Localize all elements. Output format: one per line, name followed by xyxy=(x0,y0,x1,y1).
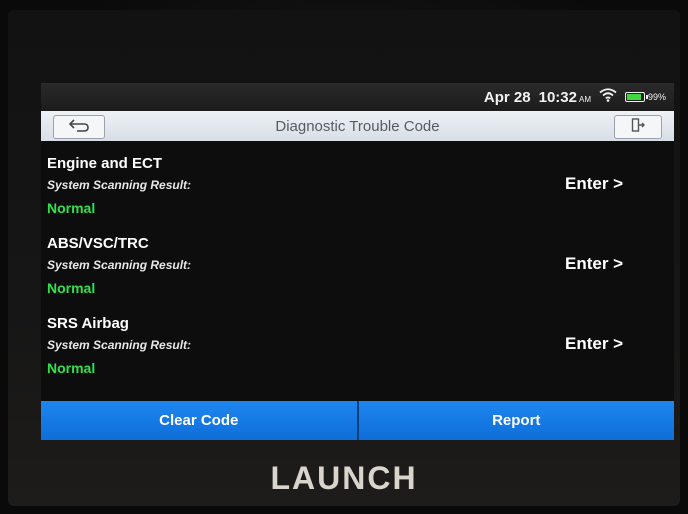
enter-button[interactable]: Enter > xyxy=(565,174,623,194)
status-ampm: AM xyxy=(578,94,591,104)
list-item: SRS Airbag System Scanning Result: Norma… xyxy=(41,301,674,379)
status-time-value: 10:32 xyxy=(538,88,577,106)
status-right: Apr 28 10:32 AM 99% xyxy=(484,88,666,106)
scan-result-status: Normal xyxy=(47,200,96,216)
enter-button[interactable]: Enter > xyxy=(565,334,623,354)
enter-button[interactable]: Enter > xyxy=(565,254,623,274)
status-date: Apr 28 xyxy=(483,88,531,106)
system-name: ABS/VSC/TRC xyxy=(47,235,149,252)
scan-result-label: System Scanning Result: xyxy=(47,338,192,352)
battery-fill xyxy=(626,94,641,100)
back-arrow-icon xyxy=(68,118,90,137)
system-list: Engine and ECT System Scanning Result: N… xyxy=(41,141,674,400)
status-bar: Apr 28 10:32 AM 99% xyxy=(41,83,674,111)
status-time: 10:32 AM xyxy=(539,89,591,106)
scan-result-status: Normal xyxy=(47,360,96,376)
clear-code-button[interactable]: Clear Code xyxy=(41,401,357,440)
page-title: Diagnostic Trouble Code xyxy=(275,117,440,135)
battery-indicator: 99% xyxy=(624,92,666,102)
list-item: ABS/VSC/TRC System Scanning Result: Norm… xyxy=(41,221,674,299)
exit-button[interactable] xyxy=(614,115,662,139)
system-name: Engine and ECT xyxy=(47,155,163,172)
system-name: SRS Airbag xyxy=(47,315,129,332)
list-item: Engine and ECT System Scanning Result: N… xyxy=(41,141,674,219)
title-bar: Diagnostic Trouble Code xyxy=(41,111,674,141)
scan-result-label: System Scanning Result: xyxy=(47,258,192,272)
action-bar: Clear Code Report xyxy=(41,401,674,440)
scan-result-status: Normal xyxy=(47,280,96,296)
wifi-icon xyxy=(599,88,617,106)
device-screen: Apr 28 10:32 AM 99% Diagnostic Trouble C… xyxy=(41,83,674,440)
exit-door-icon xyxy=(631,117,645,137)
battery-percent: 99% xyxy=(647,92,666,102)
back-button[interactable] xyxy=(53,115,105,139)
scan-result-label: System Scanning Result: xyxy=(47,178,192,192)
device-brand-logo: LAUNCH xyxy=(270,460,418,496)
report-button[interactable]: Report xyxy=(358,401,674,440)
battery-icon xyxy=(624,92,648,102)
